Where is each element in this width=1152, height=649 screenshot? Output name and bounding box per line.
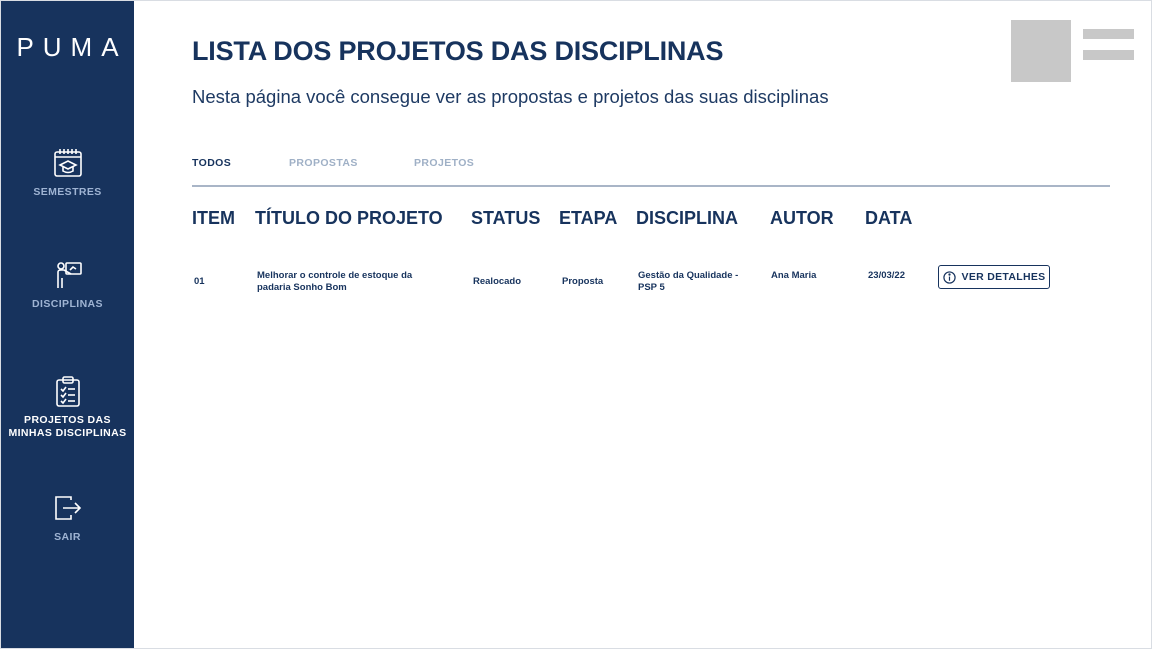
tab-projetos[interactable]: PROJETOS [414,157,474,169]
column-header-status: STATUS [471,208,541,228]
cell-disciplina: Gestão da Qualidade - PSP 5 [638,270,739,293]
tabs-divider [192,185,1110,187]
column-header-autor: AUTOR [770,208,834,228]
sidebar-item-label: SEMESTRES [33,186,102,198]
cell-autor: Ana Maria [771,270,817,281]
cell-item: 01 [194,276,205,287]
cell-data: 23/03/22 [868,270,905,281]
cell-status: Realocado [473,276,522,287]
teacher-board-icon [51,258,85,292]
column-header-titulo: TÍTULO DO PROJETO [255,208,443,228]
sidebar-item-sair[interactable]: SAIR [1,491,134,544]
sidebar-item-label: PROJETOS DAS MINHAS DISCIPLINAS [8,414,127,439]
tab-todos[interactable]: TODOS [192,157,231,169]
sidebar-item-projetos[interactable]: PROJETOS DAS MINHAS DISCIPLINAS [1,374,134,440]
page-subtitle: Nesta página você consegue ver as propos… [192,86,829,107]
sidebar-item-semestres[interactable]: SEMESTRES [1,146,134,199]
column-header-item: ITEM [192,208,235,228]
column-header-etapa: ETAPA [559,208,618,228]
tab-propostas[interactable]: PROPOSTAS [289,157,358,169]
calendar-graduation-icon [51,146,85,180]
ver-detalhes-button[interactable]: VER DETALHES [938,265,1050,289]
column-header-disciplina: DISCIPLINA [636,208,739,228]
sidebar-item-label: DISCIPLINAS [32,298,103,310]
hamburger-menu-icon[interactable] [1083,29,1134,61]
ver-detalhes-label: VER DETALHES [961,271,1046,283]
info-icon [942,270,956,284]
logout-icon [51,491,85,525]
app-logo: PUMA [16,32,128,62]
cell-etapa: Proposta [562,276,604,287]
sidebar-item-label: SAIR [54,531,81,543]
clipboard-checklist-icon [51,374,85,408]
page-title: LISTA DOS PROJETOS DAS DISCIPLINAS [192,36,724,66]
avatar[interactable] [1011,20,1071,82]
column-header-data: DATA [865,208,913,228]
sidebar: PUMA SEMESTRES DISCIPLINAS PROJETOS DAS … [1,1,134,648]
sidebar-item-disciplinas[interactable]: DISCIPLINAS [1,258,134,311]
cell-titulo: Melhorar o controle de estoque da padari… [257,270,413,293]
